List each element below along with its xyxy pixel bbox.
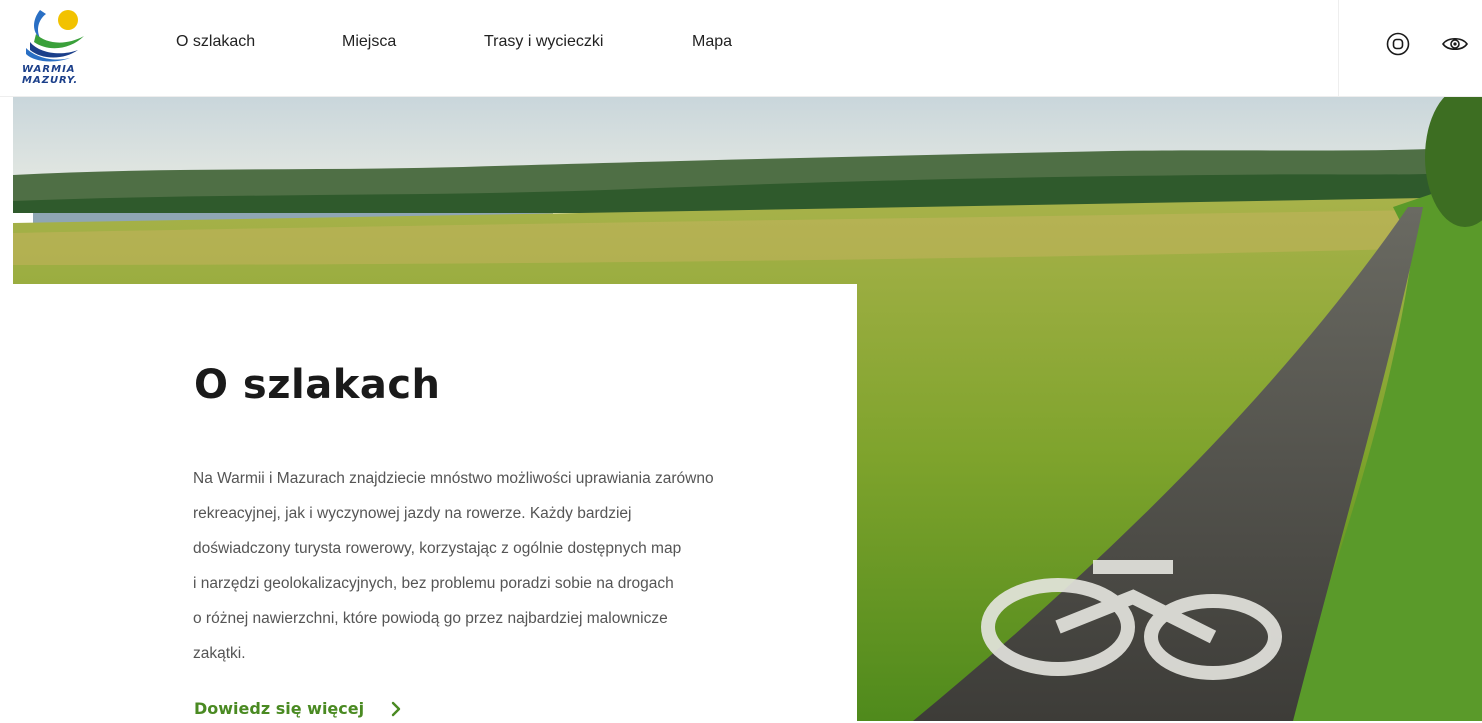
nav-item-o-szlakach[interactable]: O szlakach [176,33,255,51]
nav-item-trasy-i-wycieczki[interactable]: Trasy i wycieczki [484,33,603,51]
nav-item-mapa[interactable]: Mapa [692,33,732,51]
page-title: O szlakach [194,362,441,408]
logo-mark-icon [26,10,84,62]
logo-text: WARMIA MAZURY. [22,64,112,86]
logo-text-line-2: MAZURY. [22,75,79,86]
logo-text-line-1: WARMIA [22,64,76,75]
paragraph-line: zakątki. [193,645,246,662]
paragraph-line: o różnej nawierzchni, które powiodą go p… [193,610,668,627]
contrast-icon[interactable] [1384,30,1412,58]
header-divider [1338,0,1339,96]
learn-more-label: Dowiedz się więcej [194,699,365,718]
eye-icon[interactable] [1440,30,1468,58]
intro-paragraph: Na Warmii i Mazurach znajdziecie mnóstwo… [193,466,793,676]
paragraph-line: rekreacyjnej, jak i wyczynowej jazdy na … [193,505,632,522]
paragraph-line: Na Warmii i Mazurach znajdziecie mnóstwo… [193,470,714,487]
paragraph-line: i narzędzi geolokalizacyjnych, bez probl… [193,575,674,592]
learn-more-link[interactable]: Dowiedz się więcej [194,699,401,723]
warmia-mazury-logo[interactable]: WARMIA MAZURY. [18,6,98,90]
nav-item-miejsca[interactable]: Miejsca [342,33,396,51]
paragraph-line: doświadczony turysta rowerowy, korzystaj… [193,540,682,557]
site-header: WARMIA MAZURY. O szlakach Miejsca Trasy … [0,0,1482,97]
chevron-right-icon [391,701,401,717]
